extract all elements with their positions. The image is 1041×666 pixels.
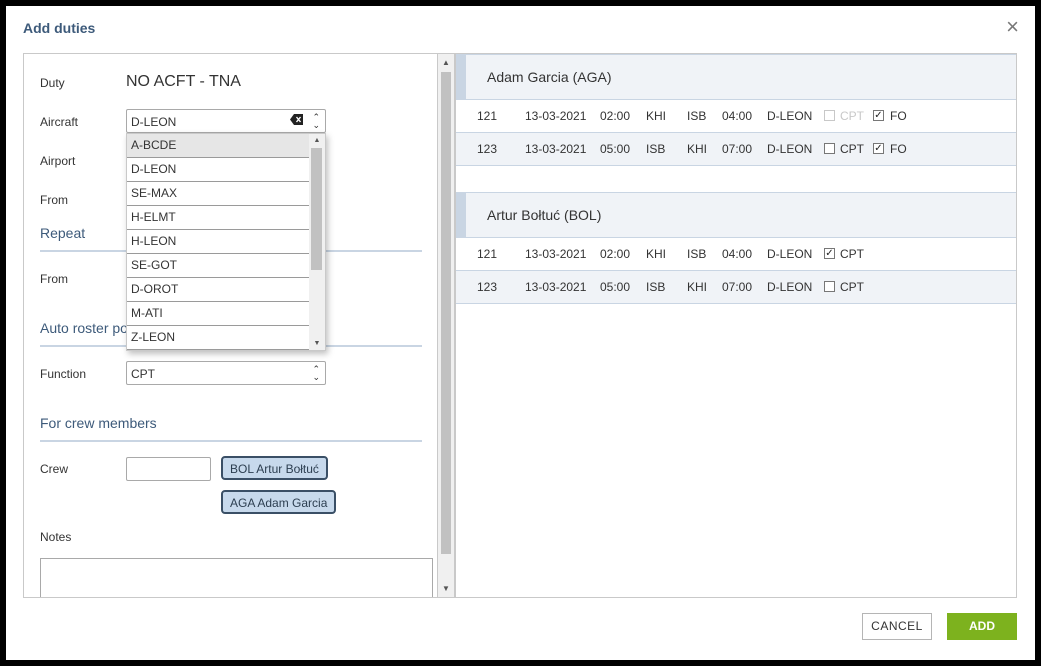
- duty-value: NO ACFT - TNA: [126, 73, 241, 90]
- dropdown-option[interactable]: D-LEON: [127, 158, 310, 182]
- chevron-updown-icon: ⌃ ⌄: [312, 112, 320, 130]
- repeat-heading: Repeat: [40, 225, 86, 241]
- cancel-button[interactable]: CANCEL: [862, 613, 932, 640]
- duty-date: 13-03-2021: [525, 247, 587, 261]
- repeat-from-label: From: [40, 272, 68, 286]
- arrival-airport: ISB: [687, 247, 707, 261]
- arrival-airport: KHI: [687, 280, 708, 294]
- crew-duties-pane: Adam Garcia (AGA) 121 13-03-2021 02:00 K…: [455, 53, 1017, 598]
- departure-airport: KHI: [646, 109, 667, 123]
- dropdown-option[interactable]: Z-LEON: [127, 326, 310, 350]
- crew-chip[interactable]: BOL Artur Bołtuć: [221, 456, 328, 480]
- notes-textarea[interactable]: [40, 558, 433, 597]
- cpt-checkbox[interactable]: [824, 281, 835, 292]
- duty-form-pane: Duty NO ACFT - TNA Aircraft D-LEON ⌃ ⌄ Ai…: [23, 53, 438, 598]
- arrival-time: 04:00: [722, 109, 753, 123]
- section-divider: [40, 440, 422, 442]
- scroll-down-icon[interactable]: ▼: [438, 584, 454, 593]
- from-label: From: [40, 193, 68, 207]
- departure-time: 02:00: [600, 109, 631, 123]
- crew-chip[interactable]: AGA Adam Garcia: [221, 490, 337, 514]
- duty-row: 123 13-03-2021 05:00 ISB KHI 07:00 D-LEO…: [456, 133, 1016, 166]
- duty-row: 121 13-03-2021 02:00 KHI ISB 04:00 D-LEO…: [456, 100, 1016, 133]
- crew-name: Artur Bołtuć (BOL): [487, 207, 602, 223]
- dropdown-option[interactable]: M-ATI: [127, 302, 310, 326]
- departure-time: 05:00: [600, 142, 631, 156]
- aircraft-select[interactable]: D-LEON ⌃ ⌄: [126, 109, 326, 133]
- cpt-checkbox[interactable]: ✓: [824, 248, 835, 259]
- close-icon[interactable]: ×: [1006, 16, 1019, 38]
- departure-airport: ISB: [646, 142, 666, 156]
- header-accent-bar: [456, 55, 466, 99]
- function-label: Function: [40, 367, 87, 381]
- flight-number: 121: [477, 247, 498, 261]
- crew-group-header: Artur Bołtuć (BOL): [456, 192, 1016, 238]
- aircraft-dropdown: A-BCDE D-LEON SE-MAX H-ELMT H-LEON SE-GO…: [126, 133, 326, 351]
- scroll-down-icon[interactable]: ▼: [309, 340, 325, 347]
- aircraft-select-value: D-LEON: [131, 115, 177, 129]
- cpt-label: CPT: [840, 109, 864, 123]
- dropdown-option[interactable]: H-LEON: [127, 230, 310, 254]
- aircraft-label: Aircraft: [40, 115, 79, 129]
- auto-roster-heading: Auto roster po: [40, 320, 128, 336]
- dropdown-option[interactable]: H-ELMT: [127, 206, 310, 230]
- departure-time: 02:00: [600, 247, 631, 261]
- scrollbar-thumb[interactable]: [311, 148, 322, 270]
- duty-date: 13-03-2021: [525, 142, 587, 156]
- crew-label: Crew: [40, 462, 69, 476]
- scroll-up-icon[interactable]: ▲: [438, 58, 454, 67]
- dropdown-option[interactable]: SE-MAX: [127, 182, 310, 206]
- arrival-time: 07:00: [722, 280, 753, 294]
- crew-group-header: Adam Garcia (AGA): [456, 54, 1016, 100]
- arrival-time: 04:00: [722, 247, 753, 261]
- fo-label: FO: [890, 109, 907, 123]
- notes-label: Notes: [40, 530, 72, 544]
- flight-number: 121: [477, 109, 498, 123]
- dropdown-option[interactable]: D-OROT: [127, 278, 310, 302]
- aircraft-reg: D-LEON: [767, 109, 813, 123]
- cpt-checkbox: [824, 110, 835, 121]
- fo-checkbox[interactable]: ✓: [873, 110, 884, 121]
- crew-heading: For crew members: [40, 415, 157, 431]
- clear-icon[interactable]: [290, 114, 303, 125]
- dropdown-option[interactable]: A-BCDE: [127, 134, 310, 158]
- departure-time: 05:00: [600, 280, 631, 294]
- aircraft-reg: D-LEON: [767, 247, 813, 261]
- function-select-value: CPT: [131, 367, 155, 381]
- flight-number: 123: [477, 142, 498, 156]
- chevron-updown-icon: ⌃ ⌄: [312, 364, 320, 382]
- crew-input[interactable]: [126, 457, 211, 481]
- duty-row: 123 13-03-2021 05:00 ISB KHI 07:00 D-LEO…: [456, 271, 1016, 304]
- fo-label: FO: [890, 142, 907, 156]
- add-button[interactable]: ADD: [947, 613, 1017, 640]
- cpt-label: CPT: [840, 142, 864, 156]
- cpt-label: CPT: [840, 247, 864, 261]
- fo-checkbox[interactable]: ✓: [873, 143, 884, 154]
- add-duties-dialog: Add duties × Duty NO ACFT - TNA Aircraft…: [6, 6, 1035, 660]
- arrival-airport: KHI: [687, 142, 708, 156]
- duty-date: 13-03-2021: [525, 109, 587, 123]
- dropdown-scrollbar[interactable]: ▲ ▼: [309, 134, 325, 350]
- crew-name: Adam Garcia (AGA): [487, 69, 612, 85]
- aircraft-reg: D-LEON: [767, 280, 813, 294]
- duty-row: 121 13-03-2021 02:00 KHI ISB 04:00 D-LEO…: [456, 238, 1016, 271]
- arrival-airport: ISB: [687, 109, 707, 123]
- flight-number: 123: [477, 280, 498, 294]
- duty-label: Duty: [40, 76, 65, 90]
- function-select[interactable]: CPT ⌃ ⌄: [126, 361, 326, 385]
- dialog-title: Add duties: [23, 20, 96, 36]
- dropdown-option[interactable]: SE-GOT: [127, 254, 310, 278]
- form-scrollbar[interactable]: ▲ ▼: [438, 53, 455, 598]
- scrollbar-thumb[interactable]: [441, 72, 451, 554]
- cpt-label: CPT: [840, 280, 864, 294]
- arrival-time: 07:00: [722, 142, 753, 156]
- cpt-checkbox[interactable]: [824, 143, 835, 154]
- duty-date: 13-03-2021: [525, 280, 587, 294]
- scroll-up-icon[interactable]: ▲: [309, 137, 325, 144]
- airport-label: Airport: [40, 154, 76, 168]
- header-accent-bar: [456, 193, 466, 237]
- departure-airport: KHI: [646, 247, 667, 261]
- departure-airport: ISB: [646, 280, 666, 294]
- aircraft-reg: D-LEON: [767, 142, 813, 156]
